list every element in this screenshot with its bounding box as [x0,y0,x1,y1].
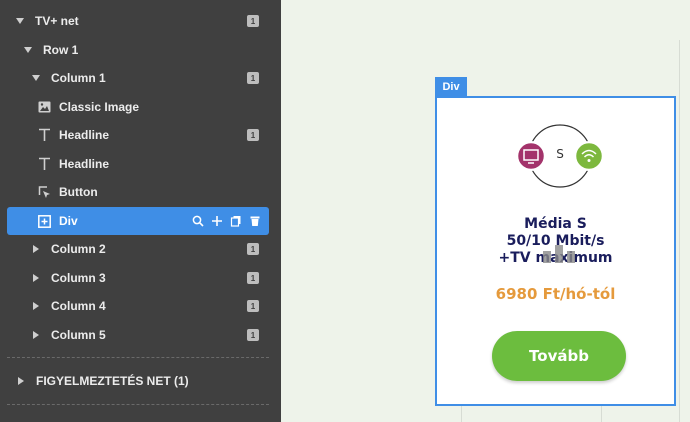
tree-item-div[interactable]: Div [7,207,269,235]
tree-item-button[interactable]: Button [0,178,281,206]
price-headline[interactable]: 6980 Ft/hó-tól [437,285,674,303]
expand-arrow-icon[interactable] [16,376,26,386]
headline-line-1: Média S [524,216,587,232]
count-badge: 1 [247,300,259,312]
tree-item-label: Column 5 [51,328,106,342]
guide-line [679,40,680,422]
tree-item-column-2[interactable]: Column 2 1 [0,235,281,263]
text-icon [37,128,51,142]
tree-item-headline[interactable]: Headline [0,150,281,178]
tree-item-label: Column 1 [51,71,106,85]
section-label: FIGYELMEZTETÉS NET (1) [36,374,189,388]
cursor-icon [37,185,51,199]
section-divider [7,404,269,405]
count-badge: 1 [247,329,259,341]
tree-item-tv-net[interactable]: TV+ net 1 [0,7,281,35]
tovabb-button[interactable]: Tovább [492,331,626,381]
layers-sidebar: TV+ net 1 Row 1 Column 1 1 Classic Image… [0,0,281,422]
tree-item-label: TV+ net [35,14,79,28]
tree-item-column-1[interactable]: Column 1 1 [0,64,281,92]
image-icon [37,100,51,114]
tree-item-label: Headline [59,128,110,142]
add-box-icon [37,214,51,228]
tree-item-row-1[interactable]: Row 1 [0,36,281,64]
tree-item-label: Button [59,185,98,199]
plus-icon[interactable] [210,215,223,228]
tree-item-column-3[interactable]: Column 3 1 [0,264,281,292]
element-type-tag[interactable]: Div [435,77,467,96]
count-badge: 1 [247,272,259,284]
tree-item-column-4[interactable]: Column 4 1 [0,292,281,320]
tree-item-label: Column 3 [51,271,106,285]
count-badge: 1 [247,72,259,84]
expand-arrow-icon[interactable] [31,273,41,283]
tree-item-label: Classic Image [59,100,140,114]
tree-item-headline[interactable]: Headline 1 [0,121,281,149]
tree-item-classic-image[interactable]: Classic Image [0,93,281,121]
tree-item-label: Row 1 [43,43,79,57]
section-divider [7,357,269,358]
section-figyelmeztetes-net[interactable]: FIGYELMEZTETÉS NET (1) [0,367,281,395]
count-badge: 1 [247,243,259,255]
expand-arrow-icon[interactable] [31,244,41,254]
drag-handle-icon[interactable] [543,245,575,263]
item-actions [191,215,261,228]
collapse-arrow-icon[interactable] [23,45,33,55]
tree-item-column-5[interactable]: Column 5 1 [0,321,281,349]
tree-item-label: Headline [59,157,110,171]
expand-arrow-icon[interactable] [31,330,41,340]
tree-item-label: Column 2 [51,242,106,256]
logo-letter: S [556,147,564,161]
collapse-arrow-icon[interactable] [31,73,41,83]
expand-arrow-icon[interactable] [31,301,41,311]
tree-item-label: Div [59,214,78,228]
classic-image[interactable]: S [514,123,606,189]
copy-icon[interactable] [229,215,242,228]
count-badge: 1 [247,129,259,141]
collapse-arrow-icon[interactable] [15,16,25,26]
count-badge: 1 [247,15,259,27]
search-icon[interactable] [191,215,204,228]
selected-div-card[interactable]: S Média S 50/10 Mbit/s +TV maximum 6980 … [435,96,676,406]
text-icon [37,157,51,171]
tree-item-label: Column 4 [51,299,106,313]
trash-icon[interactable] [248,215,261,228]
